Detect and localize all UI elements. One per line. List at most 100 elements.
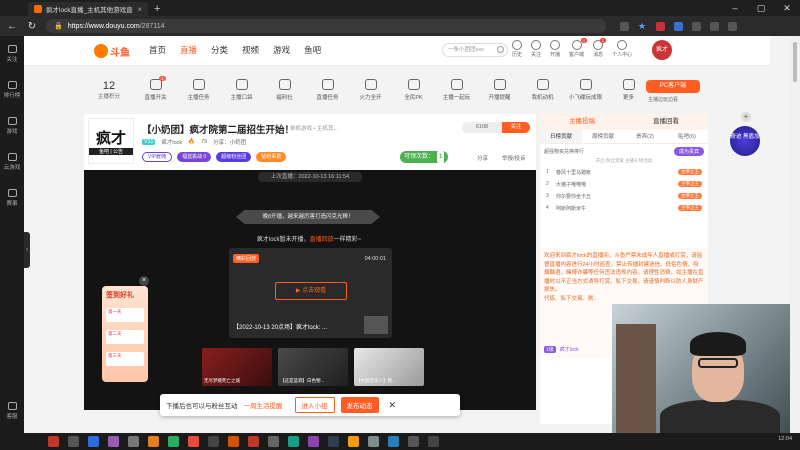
tab-weekly-rank[interactable]: 周榜贡献 [582, 130, 624, 143]
feature-anchor-pocket[interactable]: 主播口袋 [220, 79, 263, 101]
nav-category[interactable]: 分类 [211, 44, 228, 56]
favorite-star-icon[interactable]: ★ [638, 21, 647, 31]
checkin-close-icon[interactable]: × [139, 276, 149, 286]
list-item[interactable]: 2 大猪子哦哦哦 主宰之王 [540, 178, 708, 190]
reload-icon[interactable]: ↻ [26, 21, 38, 32]
sidebar-item-cloud-games[interactable]: 云游戏 [0, 144, 24, 180]
read-aloud-icon[interactable] [620, 21, 629, 31]
header-messages[interactable]: 1 消息 [593, 38, 607, 58]
room-avatar[interactable]: 疯才 鱼吧 | 公告 [88, 118, 134, 164]
feature-anchor-tasks[interactable]: 主播任务 [177, 79, 220, 101]
avatar[interactable]: 疯才 [652, 40, 672, 60]
diamond-fan-badge[interactable]: 钻粉事费 [256, 152, 287, 162]
extension-blue-icon[interactable] [674, 21, 683, 31]
challenge-badge[interactable]: 福蓝挑战 0 [177, 152, 212, 162]
nav-home[interactable]: 首页 [149, 44, 166, 56]
post-update-button[interactable]: 发布动态 [340, 397, 379, 413]
profile-icon[interactable] [710, 21, 719, 31]
close-icon[interactable]: ✕ [389, 400, 397, 411]
taskbar-app-icon[interactable] [308, 436, 319, 447]
taskbar-app-icon[interactable] [348, 436, 359, 447]
anchor-level[interactable]: 12 主播积分 [84, 80, 134, 100]
tab-posts[interactable]: 贴吧(6) [666, 130, 708, 143]
join-group-button[interactable]: 进入小组 [294, 397, 335, 413]
taskbar-app-icon[interactable] [328, 436, 339, 447]
browser-tab[interactable]: 疯才lock直播_主机其他游戏直播 × [28, 2, 148, 16]
sidebar-expand-handle[interactable]: › [24, 232, 30, 268]
taskbar-app-icon[interactable] [368, 436, 379, 447]
new-tab-icon[interactable]: + [154, 2, 160, 16]
become-vip-button[interactable]: 成为贵宾 [673, 146, 704, 156]
header-follow[interactable]: 关注 [531, 40, 541, 58]
taskbar-app-icon[interactable] [208, 436, 219, 447]
chat-user[interactable]: 1级 疯才lock [544, 346, 579, 353]
sidebar-item-games[interactable]: 游戏 [0, 108, 24, 144]
replay-link[interactable]: 直播回放 [310, 237, 334, 243]
follow-button[interactable]: 关注 [502, 122, 530, 133]
sidebar-item-events[interactable]: 赛事 [0, 180, 24, 216]
nav-fishbar[interactable]: 鱼吧 [304, 44, 321, 56]
taskbar-app-icon[interactable] [108, 436, 119, 447]
feature-play-together[interactable]: 主播一起玩 [435, 79, 478, 101]
tab-daily-rank[interactable]: 日榜贡献 [540, 130, 582, 143]
list-item[interactable]: 3 你尔要你坐卡丘 主宰之王 [540, 190, 708, 202]
header-client[interactable]: 4 客户端 [569, 38, 588, 58]
feature-more[interactable]: 更多 [607, 79, 650, 101]
close-tab-icon[interactable]: × [137, 5, 142, 14]
taskbar-app-icon[interactable] [188, 436, 199, 447]
taskbar-app-icon[interactable] [268, 436, 279, 447]
taskbar-app-icon[interactable] [168, 436, 179, 447]
back-icon[interactable]: ← [6, 21, 18, 32]
play-replay-button[interactable]: ▶ 点击观看 [275, 282, 347, 300]
anchor-name[interactable]: 疯才lock [161, 138, 182, 146]
tab-vip[interactable]: 贵宾(2) [624, 130, 666, 143]
feature-welfare[interactable]: 福利社 [263, 79, 306, 101]
more-menu-icon[interactable] [728, 21, 737, 31]
list-item[interactable]: 1 春风十里马踏帐 主宰之王 [540, 166, 708, 178]
taskbar-app-icon[interactable] [128, 436, 139, 447]
header-broadcast[interactable]: 开播 [550, 40, 560, 58]
feature-live-tasks[interactable]: 直播任务 [306, 79, 349, 101]
douyu-logo[interactable]: 斗鱼 [94, 43, 138, 59]
claim-count-button[interactable]: 可领次数： 1 [400, 151, 449, 163]
feature-my-machine[interactable]: 我机动机 [521, 79, 564, 101]
replay-card[interactable]: 精彩回放 04:00:01 ▶ 点击观看 【2022-10-13 20点场】疯才… [229, 248, 392, 338]
search-input[interactable]: 一条小团团sss [442, 43, 508, 57]
search-icon[interactable] [497, 46, 504, 53]
nav-live[interactable]: 直播 [180, 44, 197, 56]
feature-ufo[interactable]: 小飞碟玩成限 [564, 79, 607, 101]
scrollbar[interactable] [790, 36, 800, 433]
taskbar-app-icon[interactable] [68, 436, 79, 447]
taskbar-app-icon[interactable] [388, 436, 399, 447]
close-window-icon[interactable]: ✕ [774, 0, 800, 16]
taskbar-app-icon[interactable] [88, 436, 99, 447]
taskbar-app-icon[interactable] [288, 436, 299, 447]
add-icon[interactable]: + [741, 112, 751, 122]
minimize-icon[interactable]: – [722, 0, 748, 16]
tab-live-replay[interactable]: 直播回看 [624, 114, 708, 130]
taskbar-app-icon[interactable] [48, 436, 59, 447]
feature-live-switch[interactable]: 1 直播开关 [134, 76, 177, 101]
room-category[interactable]: 单机游戏 • 主机其... [290, 124, 338, 132]
collections-icon[interactable] [692, 21, 701, 31]
feature-fire-power[interactable]: 火力全开 [349, 79, 392, 101]
feature-pk[interactable]: 全民PK [392, 79, 435, 101]
header-history[interactable]: 历史 [512, 40, 522, 58]
extension-red-icon[interactable] [656, 21, 665, 31]
nav-video[interactable]: 视频 [242, 44, 259, 56]
video-thumbnail[interactable]: 无尽梦魇死亡之城 [202, 348, 272, 386]
checkin-reward[interactable]: 第三天 [106, 352, 144, 366]
checkin-reward[interactable]: 第二天 [106, 330, 144, 344]
checkin-reward[interactable]: 第一天 [106, 308, 144, 322]
list-item[interactable]: 4 阿斯阿斯米牛 主宰之王 [540, 202, 708, 214]
feature-live-reminder[interactable]: 开播提醒 [478, 79, 521, 101]
scrollbar-thumb[interactable] [793, 42, 797, 82]
sidebar-item-support[interactable]: 客服 [0, 393, 24, 429]
vip-badge[interactable]: VIP雇佣 [142, 152, 173, 162]
pc-client-button[interactable]: PC客户端 [646, 80, 700, 93]
video-player[interactable]: 上次直播：2022-10-13 16:11:54 晚8开播，越来越厉害打造闪克光… [84, 170, 536, 410]
taskbar-app-icon[interactable] [408, 436, 419, 447]
report-button[interactable]: 举报/投诉 [502, 154, 526, 162]
promo-float-button[interactable]: 奇迹 黑盾加 [730, 126, 760, 156]
checkin-gift-panel[interactable]: 签到好礼 第一天 第二天 第三天 [102, 286, 148, 382]
